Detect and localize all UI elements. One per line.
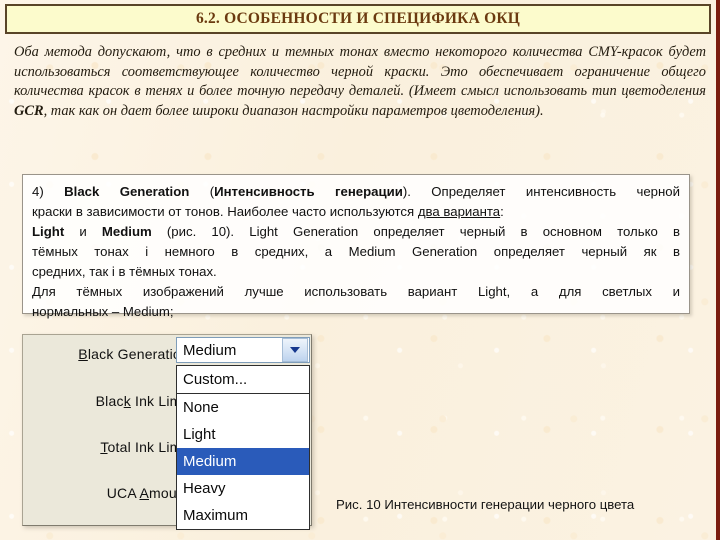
combobox-dropdown-button[interactable] (282, 338, 308, 362)
desc-line-2: краски в зависимости от тонов. Наиболее … (32, 202, 680, 222)
desc-line-3: Light и Medium (рис. 10). Light Generati… (32, 222, 680, 242)
desc-line-6: Для тёмных изображений лучше использоват… (32, 284, 680, 299)
label-bil-accesskey: k (123, 393, 131, 409)
desc-term-close: ). (402, 184, 432, 199)
desc-line1-tail: Определяет интенсивность черной (431, 184, 680, 199)
desc-option-light: Light (32, 224, 65, 239)
desc-option-medium: Medium (101, 224, 152, 239)
desc-item-number: 4) (32, 184, 44, 199)
description-text: 4) Black Generation (Интенсивность генер… (32, 182, 680, 322)
label-bil-pre: Blac (95, 393, 124, 409)
chevron-down-icon (290, 347, 300, 353)
desc-line2-b: : (500, 204, 504, 219)
intro-text-part2: , так как он дает более широки диапазон … (43, 102, 544, 119)
label-til-accesskey: T (100, 439, 108, 455)
desc-line3-mid: и (64, 224, 102, 239)
desc-line-4: тёмных тонах і немного в средних, а Medi… (32, 244, 680, 259)
dropdown-item-heavy[interactable]: Heavy (177, 475, 309, 502)
desc-line-7: нормальных – Medium; (32, 304, 174, 319)
label-bg-accesskey: B (78, 346, 88, 362)
label-black-generation: Black Generation: (23, 346, 193, 362)
desc-line-1: 4) Black Generation (Интенсивность генер… (32, 182, 680, 202)
desc-line3-tail: (рис. 10). Light Generation определяет ч… (151, 224, 680, 239)
slide-title-banner: 6.2. ОСОБЕННОСТИ И СПЕЦИФИКА ОКЦ (5, 4, 711, 34)
desc-term-ru: Интенсивность генерации (214, 184, 403, 199)
description-box: 4) Black Generation (Интенсивность генер… (22, 174, 690, 319)
label-uca-pre: UCA (106, 485, 140, 501)
intro-term-gcr: GCR (14, 102, 44, 119)
dropdown-item-light[interactable]: Light (177, 421, 309, 448)
dropdown-item-none[interactable]: None (177, 394, 309, 421)
intro-text-part1: Оба метода допускают, что в средних и те… (14, 44, 706, 100)
page-title: 6.2. ОСОБЕННОСТИ И СПЕЦИФИКА ОКЦ (195, 10, 521, 27)
right-edge-strip (716, 0, 720, 540)
label-uca-amount: UCA Amount: (23, 485, 193, 501)
figure-caption: Рис. 10 Интенсивности генерации черного … (336, 497, 635, 512)
combobox-selected-value: Medium (183, 341, 237, 359)
desc-term-en: Black Generation (64, 184, 190, 199)
intro-paragraph: Оба метода допускают, что в средних и те… (14, 43, 706, 121)
dropdown-item-maximum[interactable]: Maximum (177, 502, 309, 529)
label-uca-accesskey: A (139, 485, 149, 501)
label-total-ink-limit: Total Ink Limit: (23, 439, 193, 455)
desc-line2-underlined: два варианта (417, 204, 501, 219)
desc-line-5: средних, так і в тёмных тонах. (32, 264, 217, 279)
black-generation-combobox[interactable]: Medium (176, 337, 310, 363)
desc-line2-a: краски в зависимости от тонов. Наиболее … (32, 204, 418, 219)
desc-term-open: ( (189, 184, 215, 199)
black-generation-dropdown-list[interactable]: Custom... None Light Medium Heavy Maximum (176, 365, 310, 530)
label-black-ink-limit: Black Ink Limit: (23, 393, 193, 409)
dropdown-item-medium[interactable]: Medium (177, 448, 309, 475)
dropdown-item-custom[interactable]: Custom... (177, 366, 309, 393)
slide-canvas: 6.2. ОСОБЕННОСТИ И СПЕЦИФИКА ОКЦ Оба мет… (0, 0, 720, 540)
